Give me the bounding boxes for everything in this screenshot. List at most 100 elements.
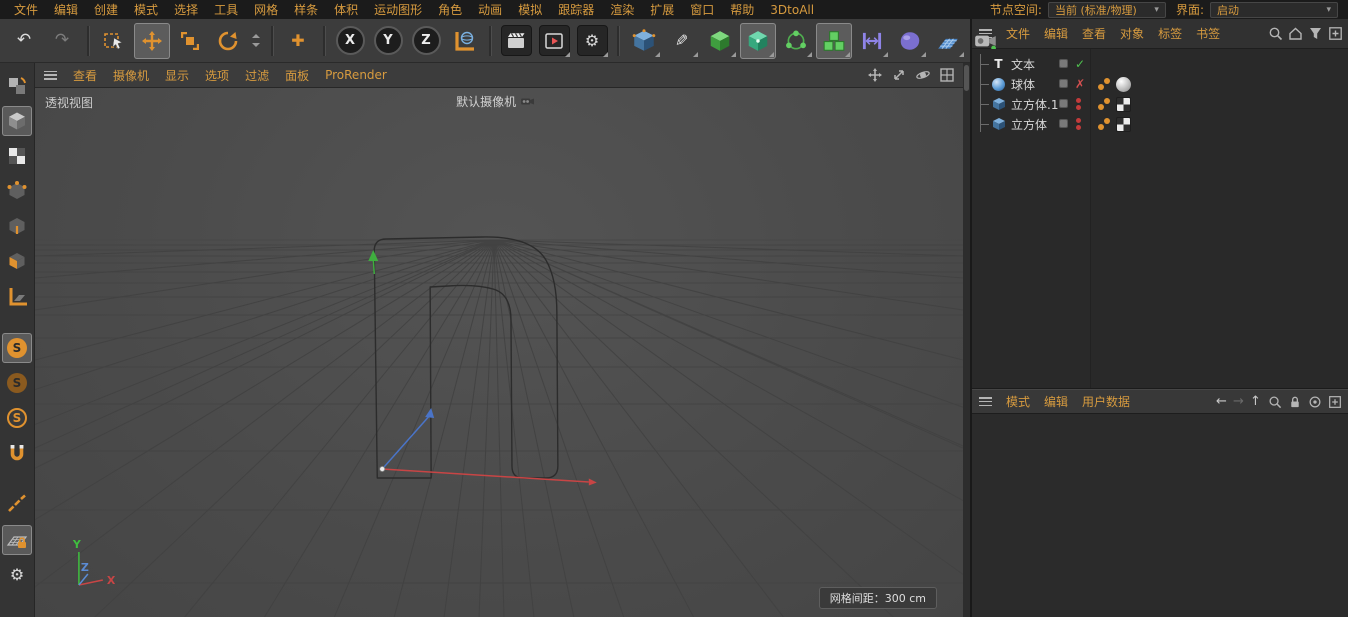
am-add-button[interactable] <box>1326 393 1344 411</box>
am-lock-button[interactable] <box>1286 393 1304 411</box>
lock-x-axis-button[interactable]: X <box>332 23 368 59</box>
gizmo-origin-handle[interactable] <box>379 465 386 472</box>
vp-menu-display[interactable]: 显示 <box>158 65 196 86</box>
toggle-view-button[interactable] <box>937 65 957 85</box>
lock-workplane-button[interactable] <box>2 525 32 555</box>
menu-edit[interactable]: 编辑 <box>46 0 86 19</box>
lock-z-axis-button[interactable]: Z <box>408 23 444 59</box>
menu-tracker[interactable]: 跟踪器 <box>550 0 602 19</box>
menu-simulate[interactable]: 模拟 <box>510 0 550 19</box>
scrollbar-thumb[interactable] <box>964 65 969 91</box>
node-space-dropdown[interactable]: 当前 (标准/物理) ▾ <box>1047 1 1166 18</box>
am-focus-button[interactable] <box>1306 393 1324 411</box>
vp-menu-filter[interactable]: 过滤 <box>238 65 276 86</box>
deformer-button[interactable] <box>854 23 890 59</box>
menu-select[interactable]: 选择 <box>166 0 206 19</box>
om-filter-button[interactable] <box>1306 25 1324 43</box>
menu-mode[interactable]: 模式 <box>126 0 166 19</box>
menu-3dtoall[interactable]: 3DtoAll <box>762 2 822 18</box>
scale-tool-button[interactable] <box>172 23 208 59</box>
history-forward-button[interactable]: → <box>1230 394 1247 409</box>
quantize-button[interactable] <box>2 490 32 520</box>
viewport-3d-scene[interactable]: Y Z X <box>35 88 963 617</box>
enable-toggle[interactable]: ✓ <box>1072 58 1088 70</box>
viewport-scrollbar[interactable] <box>963 63 970 617</box>
cube-object-icon[interactable] <box>991 97 1006 112</box>
array-button[interactable] <box>816 22 852 59</box>
menu-animate[interactable]: 动画 <box>470 0 510 19</box>
cube-object-icon[interactable] <box>991 117 1006 132</box>
object-name[interactable]: 文本 <box>1011 56 1035 73</box>
om-menu-tags[interactable]: 标签 <box>1151 23 1189 44</box>
object-name[interactable]: 球体 <box>1011 76 1035 93</box>
om-menu-objects[interactable]: 对象 <box>1113 23 1151 44</box>
menu-volume[interactable]: 体积 <box>326 0 366 19</box>
edit-render-settings-button[interactable]: ⚙ <box>574 23 610 59</box>
object-manager-tree[interactable]: T 文本 ✓ 球体 ✗ 立方体.1 立方体 <box>972 49 1348 389</box>
solo-single-button[interactable]: S <box>2 368 32 398</box>
om-menu-edit[interactable]: 编辑 <box>1037 23 1075 44</box>
object-row-sphere[interactable]: 球体 ✗ <box>972 74 1348 94</box>
interface-dropdown[interactable]: 启动 ▾ <box>1210 1 1338 18</box>
vp-menu-view[interactable]: 查看 <box>66 65 104 86</box>
vp-menu-cameras[interactable]: 摄像机 <box>106 65 156 86</box>
cloner-button[interactable] <box>778 23 814 59</box>
menu-help[interactable]: 帮助 <box>722 0 762 19</box>
menu-window[interactable]: 窗口 <box>682 0 722 19</box>
menu-file[interactable]: 文件 <box>6 0 46 19</box>
live-selection-button[interactable] <box>96 23 132 59</box>
om-menu-file[interactable]: 文件 <box>999 23 1037 44</box>
object-name[interactable]: 立方体.1 <box>1011 96 1058 113</box>
vp-menu-panel[interactable]: 面板 <box>278 65 316 86</box>
text-spline-letter-n[interactable] <box>373 236 559 479</box>
object-row-cube[interactable]: 立方体 <box>972 114 1348 134</box>
menu-extensions[interactable]: 扩展 <box>642 0 682 19</box>
parent-up-button[interactable]: ↑ <box>1247 394 1264 409</box>
menu-spline[interactable]: 样条 <box>286 0 326 19</box>
texture-tag-icon[interactable] <box>1116 116 1131 132</box>
visibility-dots-icon[interactable] <box>1059 99 1068 108</box>
am-menu-mode[interactable]: 模式 <box>999 391 1037 412</box>
am-search-button[interactable] <box>1266 393 1284 411</box>
menu-mesh[interactable]: 网格 <box>246 0 286 19</box>
modeling-settings-button[interactable]: ⚙ <box>2 560 32 590</box>
om-path-button[interactable] <box>1286 25 1304 43</box>
viewport-canvas[interactable]: Y Z X 透视视图 默认摄像机 网格间距：300 cm <box>35 88 963 617</box>
volume-builder-button[interactable] <box>740 22 776 59</box>
text-object-icon[interactable]: T <box>991 57 1006 72</box>
visibility-off-dots-icon[interactable] <box>1076 118 1081 130</box>
floor-button[interactable] <box>930 23 966 59</box>
model-mode-button[interactable] <box>2 106 32 136</box>
viewport-menu-hamburger-icon[interactable] <box>44 70 57 80</box>
orbit-view-button[interactable] <box>913 65 933 85</box>
render-to-picture-viewer-button[interactable] <box>536 23 572 59</box>
visibility-dots-icon[interactable] <box>1059 79 1068 88</box>
add-cube-primitive-button[interactable] <box>626 23 662 59</box>
sphere-object-icon[interactable] <box>991 77 1006 92</box>
texture-mode-button[interactable] <box>2 141 32 171</box>
vp-menu-options[interactable]: 选项 <box>198 65 236 86</box>
om-add-button[interactable] <box>1326 25 1344 43</box>
object-row-cube1[interactable]: 立方体.1 <box>972 94 1348 114</box>
z-axis-handle[interactable] <box>381 414 431 470</box>
enable-axis-button[interactable]: ✚ <box>280 23 316 59</box>
undo-button[interactable]: ↶ <box>6 23 42 59</box>
edges-mode-button[interactable] <box>2 211 32 241</box>
pen-spline-button[interactable]: ✎ <box>664 23 700 59</box>
pan-view-button[interactable] <box>865 65 885 85</box>
move-tool-button[interactable] <box>134 22 170 59</box>
am-menu-userdata[interactable]: 用户数据 <box>1075 391 1137 412</box>
solo-off-button[interactable]: S <box>2 333 32 363</box>
make-editable-button[interactable] <box>2 71 32 101</box>
phong-tag-icon[interactable] <box>1097 117 1112 132</box>
material-tag-icon[interactable] <box>1116 76 1131 92</box>
field-button[interactable] <box>892 23 928 59</box>
render-view-button[interactable] <box>498 23 534 59</box>
lock-y-axis-button[interactable]: Y <box>370 23 406 59</box>
visibility-dots-icon[interactable] <box>1059 119 1068 128</box>
rotate-tool-button[interactable] <box>210 23 246 59</box>
menu-mograph[interactable]: 运动图形 <box>366 0 430 19</box>
phong-tag-icon[interactable] <box>1097 97 1112 112</box>
menu-create[interactable]: 创建 <box>86 0 126 19</box>
enable-toggle[interactable]: ✗ <box>1072 78 1088 90</box>
